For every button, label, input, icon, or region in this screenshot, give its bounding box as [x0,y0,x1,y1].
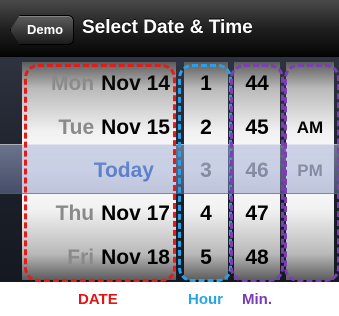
date-label: Nov 18 [101,246,170,269]
hour-wheel[interactable]: 1 2 3 4 5 [184,62,228,280]
hour-annotation-label: Hour [188,291,223,308]
today-label: Today [93,159,154,182]
hour-row[interactable]: 2 [184,106,228,150]
hour-row[interactable]: 1 [184,62,228,106]
minute-wheel[interactable]: 44 45 46 47 48 [234,62,280,280]
weekday-label: Fri [67,246,95,269]
weekday-label: Tue [58,116,95,139]
minute-annotation-label: Min. [242,291,272,308]
date-label: Nov 17 [101,202,170,225]
date-row[interactable]: Thu Nov 17 [22,192,176,236]
minute-row[interactable]: 47 [234,192,280,236]
date-row[interactable]: Tue Nov 15 [22,106,176,150]
date-row[interactable]: Mon Nov 14 [22,62,176,106]
page-title: Select Date & Time [82,17,253,38]
back-button[interactable]: Demo [10,15,75,45]
hour-row[interactable]: 4 [184,192,228,236]
hour-row-selected[interactable]: 3 [184,149,228,193]
weekday-label: Mon [50,72,95,95]
hour-row[interactable]: 5 [184,236,228,280]
minute-row[interactable]: 45 [234,106,280,150]
screen: Demo Select Date & Time Mon Nov 14 Tue N… [0,0,339,316]
minute-row-selected[interactable]: 46 [234,149,280,193]
date-wheel[interactable]: Mon Nov 14 Tue Nov 15 Today Thu Nov 17 F… [22,62,176,280]
date-row-selected[interactable]: Today [22,149,176,193]
navigation-bar: Demo Select Date & Time [0,0,339,57]
weekday-label: Thu [55,202,95,225]
minute-row[interactable]: 44 [234,62,280,106]
date-annotation-label: DATE [78,291,118,308]
minute-row[interactable]: 48 [234,236,280,280]
ampm-row-selected[interactable]: PM [286,149,334,193]
date-label: Nov 14 [101,72,170,95]
ampm-wheel[interactable]: AM PM [286,62,334,280]
date-row[interactable]: Fri Nov 18 [22,236,176,280]
date-label: Nov 15 [101,116,170,139]
ampm-row[interactable]: AM [286,106,334,150]
